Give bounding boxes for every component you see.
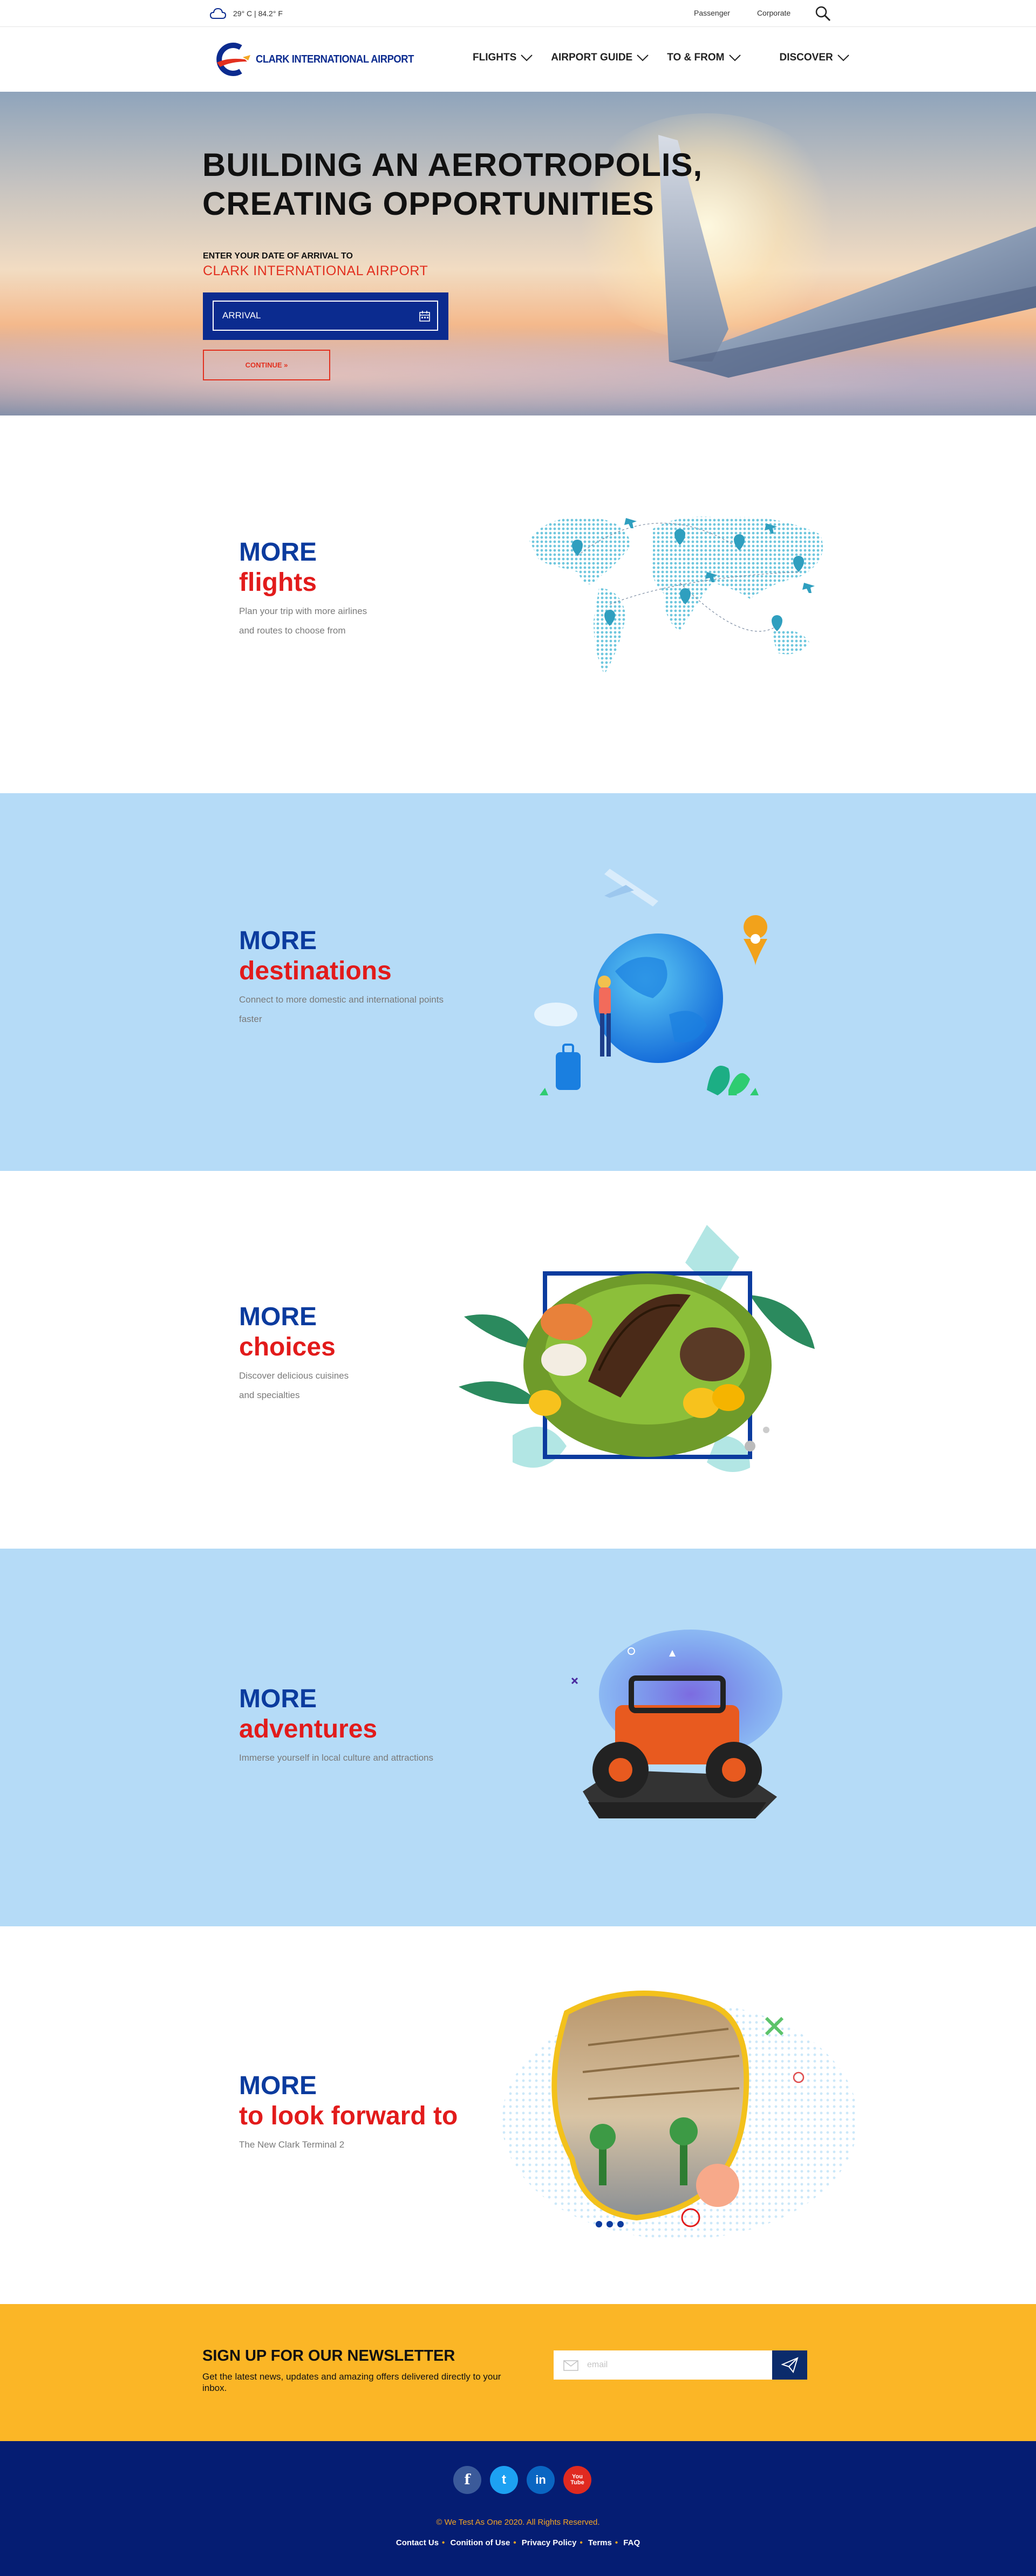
linkedin-icon[interactable]: in <box>527 2466 555 2494</box>
airport-logo[interactable]: CLARK INTERNATIONAL AIRPORT <box>209 41 427 78</box>
newsletter-description: Get the latest news, updates and amazing… <box>202 2371 501 2393</box>
newsletter-form <box>554 2350 807 2380</box>
nav-airport-guide-label: AIRPORT GUIDE <box>551 52 633 63</box>
section-description: Plan your trip with more airlines and ro… <box>239 602 498 640</box>
section-more-label: MORE <box>239 538 317 567</box>
section-description-line1: Connect to more domestic and internation… <box>239 994 444 1005</box>
section-description-line2: and routes to choose from <box>239 625 346 636</box>
separator: • <box>442 2538 445 2547</box>
newsletter-section: SIGN UP FOR OUR NEWSLETTER Get the lates… <box>0 2304 1036 2441</box>
section-description: Immerse yourself in local culture and at… <box>239 1748 498 1768</box>
section-description-line1: The New Clark Terminal 2 <box>239 2139 345 2150</box>
section-description-line1: Immerse yourself in local culture and at… <box>239 1753 433 1763</box>
section-more-flights: MORE flights Plan your trip with more ai… <box>0 415 1036 793</box>
section-more-label: MORE <box>239 1303 317 1331</box>
footer-link-privacy[interactable]: Privacy Policy <box>522 2538 577 2547</box>
arrival-date-input[interactable] <box>213 301 438 331</box>
section-more-label: MORE <box>239 1685 317 1713</box>
section-title: destinations <box>239 957 392 985</box>
section-description-line2: faster <box>239 1014 262 1024</box>
section-more-destinations: MORE destinations Connect to more domest… <box>0 793 1036 1171</box>
section-more-label: MORE <box>239 2071 317 2100</box>
facebook-icon[interactable]: f <box>453 2466 481 2494</box>
nav-airport-guide[interactable]: AIRPORT GUIDE <box>551 52 649 64</box>
section-title: flights <box>239 568 317 597</box>
main-header: CLARK INTERNATIONAL AIRPORT FLIGHTS AIRP… <box>0 27 1036 92</box>
chevron-down-icon <box>837 54 849 62</box>
hero-title-line2: CREATING OPPORTUNITIES <box>202 186 655 222</box>
hero-title-line1: BUILDING AN AEROTROPOLIS, <box>202 147 703 183</box>
offroad-vehicle-illustration <box>571 1630 782 1818</box>
weather-text: 29° C | 84.2° F <box>233 9 283 18</box>
section-more-adventures: MORE adventures Immerse yourself in loca… <box>0 1549 1036 1926</box>
hero-banner: BUILDING AN AEROTROPOLIS, CREATING OPPOR… <box>0 92 1036 415</box>
section-title: to look forward to <box>239 2102 458 2130</box>
chevron-down-icon <box>728 54 741 62</box>
section-description-line1: Plan your trip with more airlines <box>239 606 367 616</box>
calendar-icon[interactable] <box>419 310 431 322</box>
separator: • <box>580 2538 583 2547</box>
copyright-text: © We Test As One 2020. All Rights Reserv… <box>436 2518 600 2527</box>
nav-to-from-label: TO & FROM <box>667 52 725 63</box>
terminal-photo-illustration <box>502 1991 858 2239</box>
section-more-terminal: MORE to look forward to The New Clark Te… <box>0 1926 1036 2304</box>
footer-link-contact[interactable]: Contact Us <box>396 2538 439 2547</box>
chevron-down-icon <box>637 54 649 62</box>
hero-airport-name: CLARK INTERNATIONAL AIRPORT <box>203 263 428 278</box>
corporate-link[interactable]: Corporate <box>757 9 790 17</box>
chevron-down-icon <box>521 54 533 62</box>
section-title: choices <box>239 1333 336 1361</box>
hero-title: BUILDING AN AEROTROPOLIS, CREATING OPPOR… <box>202 146 796 223</box>
footer: f t in You Tube © We Test As One 2020. A… <box>0 2441 1036 2576</box>
social-links: f t in You Tube <box>453 2466 591 2494</box>
top-bar: 29° C | 84.2° F Passenger Corporate <box>0 0 1036 27</box>
newsletter-submit-button[interactable] <box>772 2350 807 2380</box>
mail-icon <box>563 2360 578 2371</box>
traveler-globe-illustration <box>534 869 768 1095</box>
newsletter-title: SIGN UP FOR OUR NEWSLETTER <box>202 2347 455 2364</box>
continue-button[interactable]: CONTINUE » <box>203 350 330 380</box>
footer-links: Contact Us • Conition of Use • Privacy Pol… <box>0 2538 1036 2547</box>
passenger-link[interactable]: Passenger <box>694 9 730 17</box>
newsletter-email-input[interactable] <box>584 2350 773 2380</box>
section-description: The New Clark Terminal 2 <box>239 2135 498 2155</box>
main-nav: FLIGHTS AIRPORT GUIDE TO & FROM DISCOVER <box>473 52 849 64</box>
arrival-form <box>203 292 448 340</box>
section-title: adventures <box>239 1715 378 1743</box>
nav-discover[interactable]: DISCOVER <box>780 52 849 64</box>
youtube-icon[interactable]: You Tube <box>563 2466 591 2494</box>
cloud-icon <box>209 8 227 19</box>
food-platter-illustration <box>459 1225 815 1472</box>
world-map-illustration <box>529 516 823 674</box>
separator: • <box>615 2538 618 2547</box>
logo-text: CLARK INTERNATIONAL AIRPORT <box>256 53 414 65</box>
nav-to-from[interactable]: TO & FROM <box>667 52 741 64</box>
separator: • <box>513 2538 516 2547</box>
nav-flights[interactable]: FLIGHTS <box>473 52 533 64</box>
footer-link-faq[interactable]: FAQ <box>623 2538 640 2547</box>
footer-link-conditions[interactable]: Conition of Use <box>450 2538 510 2547</box>
twitter-icon[interactable]: t <box>490 2466 518 2494</box>
logo-mark-icon <box>216 43 250 76</box>
hero-subtitle: ENTER YOUR DATE OF ARRIVAL TO <box>203 251 353 261</box>
nav-flights-label: FLIGHTS <box>473 52 517 63</box>
paper-plane-icon <box>781 2357 799 2373</box>
search-icon[interactable] <box>815 5 831 22</box>
footer-link-terms[interactable]: Terms <box>588 2538 612 2547</box>
weather-widget: 29° C | 84.2° F <box>209 6 283 21</box>
section-description: Connect to more domestic and internation… <box>239 990 498 1029</box>
section-more-choices: MORE choices Discover delicious cuisines… <box>0 1171 1036 1549</box>
section-more-label: MORE <box>239 926 317 955</box>
nav-discover-label: DISCOVER <box>779 52 833 63</box>
